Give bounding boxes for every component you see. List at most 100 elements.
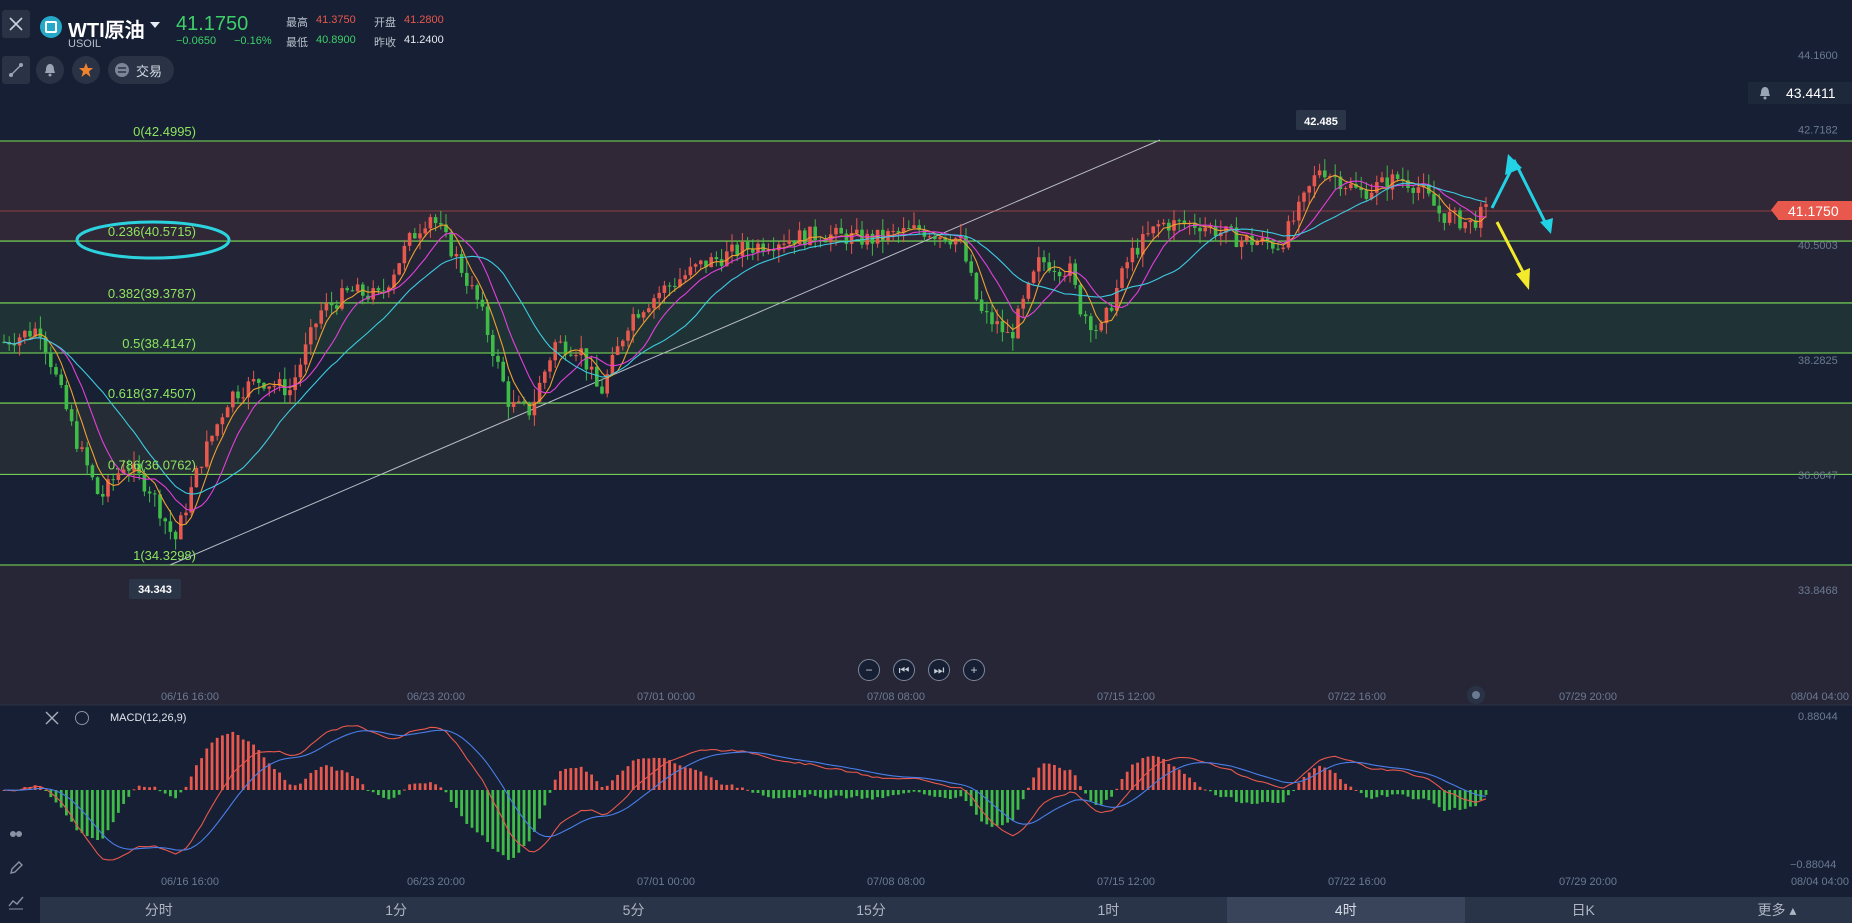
macd-bar — [382, 790, 385, 798]
period-tab[interactable]: 1时 — [990, 897, 1227, 923]
symbol-logo-icon — [40, 16, 62, 38]
macd-bar — [1068, 769, 1072, 790]
macd-bar — [465, 790, 469, 824]
time-axis-label: 08/04 04:00 — [1791, 691, 1849, 703]
favorite-button[interactable] — [72, 56, 100, 84]
scroll-end-button[interactable]: ⏭ — [928, 659, 950, 681]
low-value: 40.8900 — [316, 34, 356, 46]
low-marker: 34.343 — [129, 579, 181, 599]
macd-bar — [262, 757, 266, 790]
macd-bar — [1437, 790, 1441, 808]
macd-bar — [1458, 790, 1462, 810]
gear-icon[interactable] — [75, 711, 89, 725]
macd-bar — [985, 790, 989, 825]
period-tab[interactable]: 日K — [1465, 897, 1702, 923]
zoom-out-button[interactable]: − — [858, 659, 880, 681]
more-periods-button[interactable]: 更多 ▴ — [1702, 897, 1852, 923]
pencil-icon — [10, 861, 23, 874]
macd-bar — [236, 734, 240, 790]
price-axis-label: 42.7182 — [1798, 125, 1838, 137]
scroll-start-button[interactable]: ⏮ — [893, 659, 915, 681]
macd-bar — [1053, 765, 1056, 790]
macd-bar — [761, 790, 765, 796]
macd-bar — [1120, 778, 1124, 790]
macd-bar — [907, 790, 911, 793]
macd-bar — [351, 775, 354, 790]
candle — [64, 380, 69, 412]
macd-bar — [444, 790, 448, 793]
price-chart[interactable]: 0(42.4995) 0.236(40.5715) 0.382(39.3787) 0.… — [0, 0, 1852, 897]
macd-bar — [590, 774, 593, 790]
price-change-pct: −0.16% — [234, 35, 272, 47]
time-axis-label: 07/15 12:00 — [1097, 691, 1155, 703]
fib-label: 0.618(37.4507) — [108, 386, 196, 401]
macd-bar — [595, 781, 599, 790]
chevron-down-icon[interactable] — [150, 22, 160, 28]
macd-bar — [1261, 790, 1264, 803]
macd-bar — [1292, 790, 1295, 791]
macd-bar — [325, 765, 328, 790]
time-axis-label: 07/08 08:00 — [867, 691, 925, 703]
price-alert-box[interactable]: 43.4411 — [1748, 82, 1852, 104]
macd-bar — [949, 790, 952, 799]
macd-bar — [829, 790, 833, 798]
macd-bar — [1063, 770, 1067, 790]
fib-bands — [0, 141, 1852, 705]
macd-bar — [933, 790, 937, 797]
close-indicator-icon[interactable] — [44, 710, 60, 726]
period-tab[interactable]: 1分 — [277, 897, 514, 923]
macd-title: MACD(12,26,9) — [110, 712, 187, 724]
period-tab[interactable]: 分时 — [40, 897, 277, 923]
macd-bar — [699, 771, 703, 790]
macd-bar — [1021, 790, 1025, 800]
macd-bar — [1250, 790, 1254, 804]
macd-bar — [642, 758, 645, 790]
bell-icon — [45, 64, 55, 77]
last-price: 41.1750 — [176, 13, 249, 35]
macd-bar — [1105, 790, 1108, 800]
indicator-button[interactable] — [2, 888, 30, 916]
macd-bar — [813, 790, 817, 796]
macd-bar — [1354, 789, 1358, 791]
pencil-button[interactable] — [2, 854, 30, 882]
macd-bar — [1245, 790, 1249, 803]
period-tab-active[interactable]: 4时 — [1227, 897, 1465, 923]
macd-bar — [569, 768, 573, 790]
macd-bar — [1032, 777, 1035, 790]
macd-bar — [85, 790, 89, 837]
macd-bar — [278, 772, 281, 790]
macd-bar — [273, 768, 276, 790]
zoom-in-button[interactable]: + — [963, 659, 985, 681]
macd-bar — [361, 784, 365, 790]
alert-button[interactable] — [36, 56, 64, 84]
macd-bar — [117, 790, 120, 813]
macd-bar — [1422, 790, 1425, 799]
macd-bar — [1027, 787, 1030, 790]
current-price-tag: 41.1750 — [1771, 201, 1852, 220]
macd-bar — [1307, 772, 1311, 790]
macd-bar — [1203, 789, 1207, 791]
time-axis-label: 06/16 16:00 — [161, 876, 219, 888]
trade-button[interactable]: 交易 — [108, 56, 174, 84]
period-tab[interactable]: 15分 — [752, 897, 989, 923]
macd-bar — [954, 790, 957, 798]
drawing-tool-button[interactable] — [2, 56, 30, 84]
macd-bar — [1125, 771, 1129, 790]
fib-band — [0, 302, 1852, 353]
macd-bar — [559, 771, 562, 790]
macd-bar — [210, 742, 214, 790]
layers-button[interactable] — [2, 820, 30, 848]
macd-bar — [1385, 790, 1389, 797]
macd-bar — [808, 790, 812, 795]
macd-bar — [1058, 767, 1061, 790]
macd-bar — [288, 784, 292, 790]
time-axis-label: 07/15 12:00 — [1097, 876, 1155, 888]
macd-bar — [106, 790, 110, 831]
macd-bar — [231, 731, 235, 790]
period-tab[interactable]: 5分 — [515, 897, 752, 923]
high-marker: 42.485 — [1296, 110, 1346, 130]
macd-bar — [486, 790, 489, 843]
macd-bar — [1427, 790, 1431, 801]
macd-bar — [1281, 790, 1285, 803]
close-button[interactable] — [2, 10, 30, 38]
